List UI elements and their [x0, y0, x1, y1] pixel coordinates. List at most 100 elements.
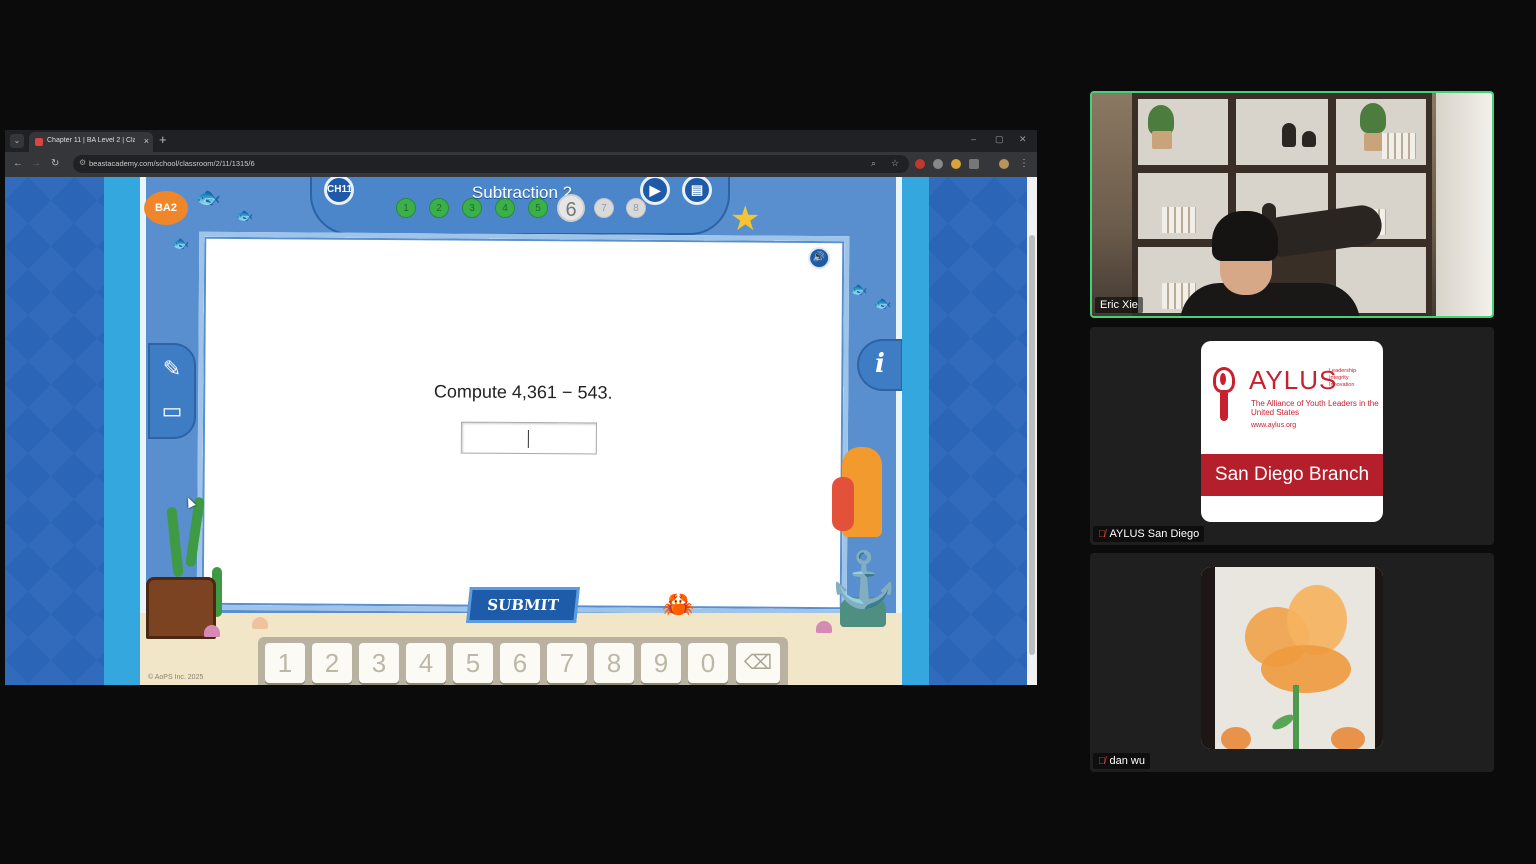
eraser-icon[interactable]: ▭: [158, 397, 186, 425]
video-tile-aylus-san-diego[interactable]: AYLUS Leadership Integrity Innovation Th…: [1090, 327, 1494, 545]
site-info-icon[interactable]: ⚙: [79, 158, 86, 167]
key-8[interactable]: 8: [594, 643, 634, 683]
reload-icon[interactable]: ↻: [51, 157, 59, 171]
extension-icon[interactable]: [915, 159, 925, 169]
key-2[interactable]: 2: [312, 643, 352, 683]
tab-title: Chapter 11 | BA Level 2 | Class: [47, 137, 135, 144]
books: [1162, 207, 1196, 233]
participant-name-tag: 🎙̸ dan wu: [1093, 753, 1150, 769]
speaker-icon[interactable]: 🔊: [808, 246, 831, 270]
minimize-button[interactable]: –: [971, 134, 976, 144]
pot: [1364, 133, 1384, 151]
number-keypad: 1 2 3 4 5 6 7 8 9 0 ⌫: [258, 637, 788, 685]
tagline-line: Leadership: [1329, 368, 1357, 374]
fish-icon: 🐟: [874, 295, 892, 311]
progress-dot-2[interactable]: 2: [429, 198, 449, 218]
key-5[interactable]: 5: [453, 643, 493, 683]
extension-icon[interactable]: [951, 159, 961, 169]
key-1[interactable]: 1: [265, 643, 305, 683]
seaweed: [166, 506, 184, 578]
coral: [832, 477, 854, 531]
progress-dot-7[interactable]: 7: [594, 198, 614, 218]
forward-arrow-icon[interactable]: →: [31, 157, 41, 171]
participant-name: AYLUS San Diego: [1109, 528, 1200, 540]
text-caret: [527, 430, 529, 449]
problem-card: 🔊 Compute 4,361 − 543.: [196, 231, 850, 615]
profile-avatar[interactable]: [999, 159, 1009, 169]
aylus-logo: AYLUS Leadership Integrity Innovation Th…: [1201, 341, 1383, 522]
tab-beast-academy[interactable]: Chapter 11 | BA Level 2 | Class ×: [29, 132, 153, 152]
vase: [1282, 123, 1296, 147]
muted-microphone-icon: 🎙̸: [1098, 756, 1106, 767]
video-tile-dan-wu[interactable]: 🎙̸ dan wu: [1090, 553, 1494, 772]
scrollbar-thumb[interactable]: [1029, 235, 1035, 655]
plant: [1360, 103, 1386, 133]
page-scrollbar[interactable]: [1027, 177, 1037, 685]
key-9[interactable]: 9: [641, 643, 681, 683]
backspace-icon[interactable]: ⌫: [736, 643, 780, 683]
tab-search-dropdown[interactable]: ⌄: [10, 134, 24, 148]
address-bar[interactable]: ⚙ beastacademy.com/school/classroom/2/11…: [73, 155, 909, 173]
play-video-icon[interactable]: ▶: [640, 177, 670, 205]
vase: [1302, 131, 1316, 147]
extension-icon[interactable]: [933, 159, 943, 169]
key-6[interactable]: 6: [500, 643, 540, 683]
tab-close-icon[interactable]: ×: [144, 136, 149, 146]
progress-dot-6[interactable]: 6: [557, 194, 585, 222]
flame-shape: [1220, 373, 1226, 385]
pencil-icon[interactable]: ✎: [158, 355, 186, 383]
screen-share-stage: ⌄ Chapter 11 | BA Level 2 | Class × + – …: [0, 0, 1536, 864]
progress-dot-5[interactable]: 5: [528, 198, 548, 218]
back-arrow-icon[interactable]: ←: [13, 157, 23, 171]
submit-button[interactable]: SUBMIT: [466, 587, 580, 623]
shell: [816, 621, 832, 633]
tagline-line: Innovation: [1329, 382, 1355, 388]
books: [1382, 133, 1416, 159]
favicon-icon: [35, 138, 43, 146]
fish-icon: 🐟: [236, 207, 254, 223]
window: [1436, 93, 1492, 316]
info-button[interactable]: i: [857, 339, 902, 391]
key-7[interactable]: 7: [547, 643, 587, 683]
ba-level-logo[interactable]: BA2: [144, 191, 188, 225]
progress-dot-1[interactable]: 1: [396, 198, 416, 218]
key-0[interactable]: 0: [688, 643, 728, 683]
maximize-button[interactable]: ▢: [995, 134, 1004, 145]
fish-icon: 🐟: [850, 281, 868, 297]
profile-picture-flower: [1201, 567, 1383, 749]
key-4[interactable]: 4: [406, 643, 446, 683]
new-tab-button[interactable]: +: [159, 133, 167, 147]
zoom-icon[interactable]: ⌕: [871, 158, 876, 169]
tab-strip: ⌄ Chapter 11 | BA Level 2 | Class × + – …: [5, 130, 1037, 152]
page-viewport: BA2 🐟 🐟 🐟 🐟 🐟 CH11 Subtraction 2 ▶ ▤ 1 2…: [5, 177, 1037, 685]
chapter-button[interactable]: CH11: [324, 177, 354, 205]
right-stripe: [901, 177, 929, 685]
person-hair: [1212, 211, 1278, 261]
participant-name: Eric Xie: [1095, 297, 1143, 313]
petal: [1261, 645, 1351, 693]
crab-icon: 🦀: [662, 589, 695, 619]
progress-dot-3[interactable]: 3: [462, 198, 482, 218]
fish-icon: 🐟: [196, 187, 221, 209]
petal: [1221, 727, 1251, 749]
video-tile-eric-xie[interactable]: Eric Xie: [1090, 91, 1494, 318]
tool-panel: ✎ ▭: [148, 343, 196, 439]
lesson-header: CH11 Subtraction 2 ▶ ▤ 1 2 3 4 5 6 7 8: [310, 177, 730, 235]
copyright-text: © AoPS Inc. 2025: [148, 674, 204, 681]
close-window-button[interactable]: ✕: [1019, 134, 1027, 145]
answer-input[interactable]: [460, 421, 598, 455]
book-icon[interactable]: ▤: [682, 177, 712, 205]
starfish-icon: ★: [730, 200, 761, 238]
extensions-puzzle-icon[interactable]: [969, 159, 979, 169]
progress-dot-4[interactable]: 4: [495, 198, 515, 218]
photo-edge: [1201, 567, 1215, 749]
branch-banner: San Diego Branch: [1201, 454, 1383, 496]
browser-menu-icon[interactable]: ⋮: [1019, 157, 1029, 171]
aylus-wordmark: AYLUS: [1249, 365, 1338, 395]
bookmark-star-icon[interactable]: ☆: [891, 158, 899, 169]
progress-dot-8[interactable]: 8: [626, 198, 646, 218]
torch-bulb-icon: [1211, 367, 1237, 427]
left-stripe: [104, 177, 140, 685]
aylus-tagline: Leadership Integrity Innovation: [1329, 368, 1379, 389]
key-3[interactable]: 3: [359, 643, 399, 683]
